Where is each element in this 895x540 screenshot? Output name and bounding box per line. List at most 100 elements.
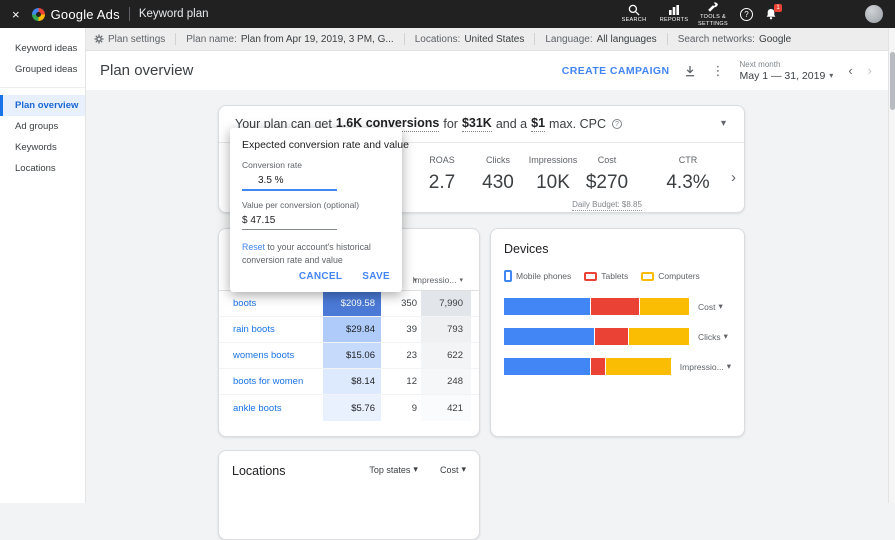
legend-mobile-phones: Mobile phones (504, 270, 571, 282)
legend-computers: Computers (641, 271, 700, 281)
search-icon (628, 4, 640, 16)
locations-metric-select[interactable]: Cost ▾ (440, 464, 466, 475)
bar-segment-computer (639, 298, 690, 315)
info-icon[interactable]: ? (611, 119, 622, 129)
table-row: rain boots $29.84 39 793 (219, 317, 479, 343)
chevron-down-icon: ▾ (461, 464, 466, 474)
chevron-down-icon: ▾ (718, 301, 723, 311)
cost-link[interactable]: $31K (461, 116, 492, 132)
collapse-banner-icon[interactable]: ▾ (721, 118, 726, 129)
impressions-cell: 421 (421, 395, 471, 421)
brand-name: Google Ads (50, 6, 120, 22)
impressions-cell: 248 (421, 369, 471, 394)
tools-settings-button[interactable]: TOOLS & SETTINGS (696, 1, 730, 27)
close-icon[interactable]: × (12, 7, 20, 22)
top-app-bar: × Google Ads Keyword plan SEARCH REPORTS… (0, 0, 895, 28)
networks-setting[interactable]: Search networks: Google (678, 34, 792, 45)
kebab-menu-icon[interactable]: ⋮ (711, 63, 724, 79)
next-period-icon[interactable]: › (868, 64, 872, 77)
clicks-cell: 12 (406, 376, 417, 387)
page-header: Plan overview CREATE CAMPAIGN ⋮ Next mon… (86, 51, 888, 90)
sidebar-item-keyword-ideas[interactable]: Keyword ideas (0, 38, 85, 59)
mobile-phone-icon (504, 270, 512, 282)
conversion-rate-input[interactable] (242, 171, 337, 191)
bar-segment-computer (628, 328, 690, 345)
impressions-column-header[interactable]: Impressio... ▾ (413, 275, 471, 285)
value-per-conversion-label: Value per conversion (optional) (242, 200, 360, 210)
keyword-link[interactable]: womens boots (233, 350, 294, 361)
devices-bar-impressions: Impressio... ▾ (504, 358, 731, 375)
plan-settings-button[interactable]: Plan settings (94, 34, 165, 45)
value-per-conversion-input[interactable] (242, 211, 337, 230)
expected-conversion-dialog: Expected conversion rate and value Conve… (230, 128, 409, 292)
chevron-down-icon: ▾ (726, 361, 731, 371)
cost-cell: $209.58 (323, 291, 381, 316)
cancel-button[interactable]: CANCEL (299, 271, 342, 282)
main-canvas: Your plan can get 1.6K conversions for $… (86, 90, 888, 540)
bar-segment-mobile (504, 298, 592, 315)
prev-period-icon[interactable]: ‹ (848, 64, 852, 77)
notification-badge: 1 (774, 4, 782, 12)
sidebar-nav: Keyword ideas Grouped ideas Plan overvie… (0, 28, 86, 503)
bar-segment-mobile (504, 328, 596, 345)
sidebar-item-grouped-ideas[interactable]: Grouped ideas (0, 59, 85, 80)
locations-card: Locations Top states ▾ Cost ▾ (218, 450, 480, 540)
cost-cell: $8.14 (323, 369, 381, 394)
bar-segment-tablet (595, 328, 629, 345)
keyword-link[interactable]: boots (233, 298, 256, 309)
impressions-cell: 7,990 (421, 291, 471, 316)
sidebar-item-ad-groups[interactable]: Ad groups (0, 116, 85, 137)
keyword-link[interactable]: boots for women (233, 376, 303, 387)
keyword-link[interactable]: rain boots (233, 324, 275, 335)
notifications-button[interactable]: 1 (765, 4, 782, 20)
bar-metric-select-clicks[interactable]: Clicks ▾ (698, 331, 728, 342)
sidebar-item-keywords[interactable]: Keywords (0, 137, 85, 158)
cost-cell: $29.84 (323, 317, 381, 342)
metric-ctr: CTR 4.3% (666, 155, 710, 193)
cpc-link[interactable]: $1 (531, 116, 546, 132)
date-range-picker[interactable]: Next month May 1 — 31, 2019 ▾ (739, 60, 833, 82)
devices-legend: Mobile phones Tablets Computers (504, 270, 731, 282)
save-button[interactable]: SAVE (362, 271, 390, 282)
google-logo-icon (31, 7, 45, 21)
table-row: boots $209.58 350 7,990 (219, 291, 479, 317)
legend-tablets: Tablets (584, 271, 628, 281)
table-row: boots for women $8.14 12 248 (219, 369, 479, 395)
keyword-link[interactable]: ankle boots (233, 403, 282, 414)
scrollbar-thumb[interactable] (890, 52, 895, 110)
bar-metric-select-cost[interactable]: Cost ▾ (698, 301, 723, 312)
metrics-scroll-right-icon[interactable]: › (731, 169, 736, 186)
avatar[interactable] (865, 5, 883, 23)
bar-metric-select-impressions[interactable]: Impressio... ▾ (680, 361, 731, 372)
help-icon[interactable]: ? (740, 7, 753, 21)
impressions-cell: 622 (421, 343, 471, 368)
clicks-cell: 350 (401, 298, 417, 309)
locations-scope-select[interactable]: Top states ▾ (369, 464, 418, 475)
topbar-divider (128, 7, 130, 21)
devices-card: Devices Mobile phones Tablets Computers (490, 228, 745, 437)
chevron-down-icon: ▾ (723, 331, 728, 341)
plan-name-setting[interactable]: Plan name: Plan from Apr 19, 2019, 3 PM,… (186, 34, 393, 45)
bar-segment-tablet (591, 358, 607, 375)
download-icon[interactable] (684, 65, 696, 77)
bar-segment-tablet (591, 298, 640, 315)
reports-button[interactable]: REPORTS (656, 4, 692, 23)
conversion-rate-label: Conversion rate (242, 160, 303, 170)
sort-caret-icon: ▾ (459, 276, 463, 284)
reports-icon (668, 4, 680, 16)
cost-cell: $15.06 (323, 343, 381, 368)
product-title: Keyword plan (138, 8, 209, 20)
tablet-icon (584, 271, 598, 281)
vertical-scrollbar[interactable] (888, 28, 895, 503)
daily-budget-link[interactable]: Daily Budget: $8.85 (572, 200, 642, 211)
sidebar-item-plan-overview[interactable]: Plan overview (0, 95, 85, 116)
create-campaign-button[interactable]: CREATE CAMPAIGN (562, 65, 670, 77)
sidebar-item-locations[interactable]: Locations (0, 158, 85, 179)
locations-setting[interactable]: Locations: United States (415, 34, 525, 45)
gear-icon (94, 34, 104, 44)
reset-link[interactable]: Reset (242, 242, 265, 252)
search-button[interactable]: SEARCH (616, 4, 652, 23)
language-setting[interactable]: Language: All languages (545, 34, 656, 45)
dialog-title: Expected conversion rate and value (242, 139, 409, 151)
metric-cost: Cost $270 Daily Budget: $8.85 (572, 155, 642, 211)
